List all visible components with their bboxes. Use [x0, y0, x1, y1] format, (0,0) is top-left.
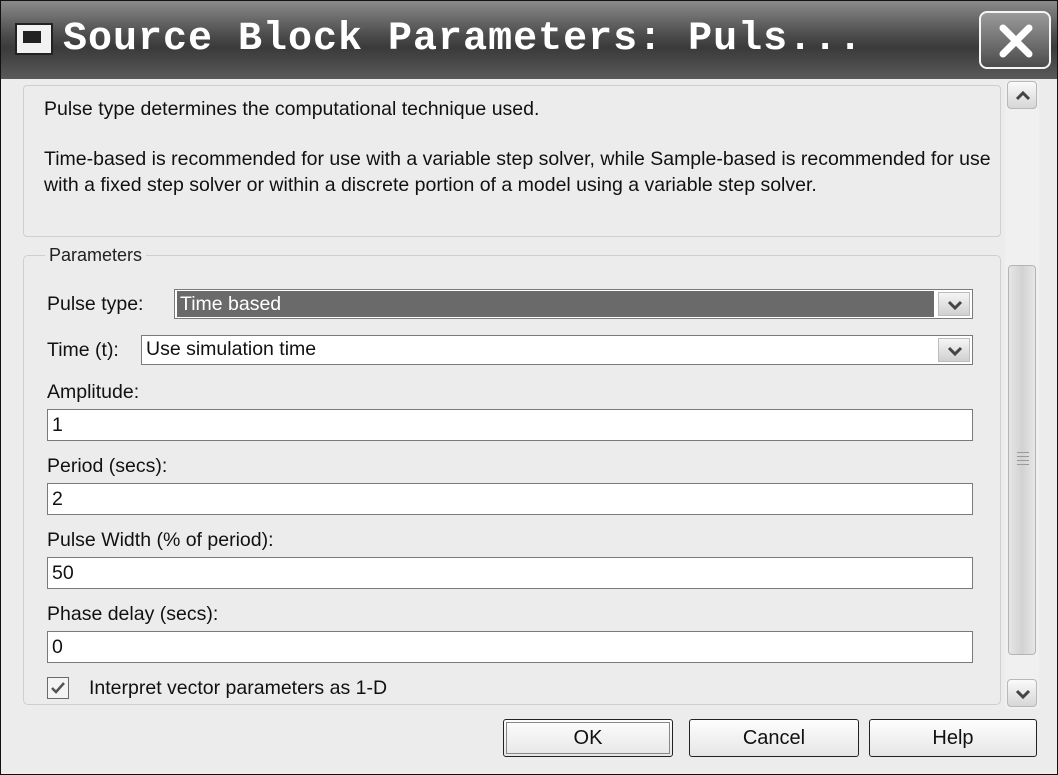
- time-value: Use simulation time: [146, 338, 317, 360]
- dialog-window: Source Block Parameters: Puls... Pulse t…: [0, 0, 1058, 775]
- scroll-thumb[interactable]: [1008, 265, 1036, 655]
- period-input[interactable]: 2: [47, 483, 973, 515]
- vertical-scrollbar[interactable]: [1005, 81, 1039, 709]
- pulse-type-value: Time based: [177, 291, 934, 317]
- close-icon: [999, 24, 1033, 58]
- time-dropdown[interactable]: Use simulation time: [141, 335, 973, 365]
- title-bar[interactable]: Source Block Parameters: Puls...: [1, 1, 1057, 79]
- pulse-width-label: Pulse Width (% of period):: [47, 529, 274, 551]
- chevron-down-icon: [947, 346, 963, 357]
- time-dropdown-button[interactable]: [938, 338, 970, 362]
- pulse-type-dropdown[interactable]: Time based: [174, 289, 973, 319]
- description-line2: Time-based is recommended for use with a…: [44, 148, 991, 196]
- time-label: Time (t):: [47, 339, 119, 361]
- grip-icon: [1017, 452, 1029, 468]
- pulse-type-label: Pulse type:: [47, 293, 144, 315]
- amplitude-label: Amplitude:: [47, 381, 140, 403]
- interpret-vector-checkbox[interactable]: [47, 677, 69, 699]
- help-button[interactable]: Help: [869, 719, 1037, 757]
- scroll-up-button[interactable]: [1007, 81, 1037, 109]
- pulse-width-input[interactable]: 50: [47, 557, 973, 589]
- interpret-vector-label: Interpret vector parameters as 1-D: [89, 677, 388, 699]
- pulse-type-dropdown-button[interactable]: [938, 292, 970, 316]
- scroll-down-button[interactable]: [1007, 679, 1037, 707]
- description-line1: Pulse type determines the computational …: [44, 98, 540, 120]
- period-label: Period (secs):: [47, 455, 168, 477]
- cancel-button[interactable]: Cancel: [689, 719, 859, 757]
- chevron-up-icon: [1015, 90, 1031, 101]
- window-title: Source Block Parameters: Puls...: [63, 17, 864, 62]
- phase-delay-input[interactable]: 0: [47, 631, 973, 663]
- dialog-content: Pulse type determines the computational …: [7, 79, 1051, 767]
- chevron-down-icon: [1015, 689, 1031, 700]
- chevron-down-icon: [947, 300, 963, 311]
- parameters-legend: Parameters: [45, 245, 147, 266]
- phase-delay-label: Phase delay (secs):: [47, 603, 219, 625]
- amplitude-input[interactable]: 1: [47, 409, 973, 441]
- ok-button[interactable]: OK: [503, 719, 673, 757]
- description-panel: Pulse type determines the computational …: [23, 85, 1001, 237]
- close-button[interactable]: [979, 11, 1051, 69]
- checkmark-icon: [51, 682, 65, 694]
- simulink-window-icon: [15, 23, 53, 55]
